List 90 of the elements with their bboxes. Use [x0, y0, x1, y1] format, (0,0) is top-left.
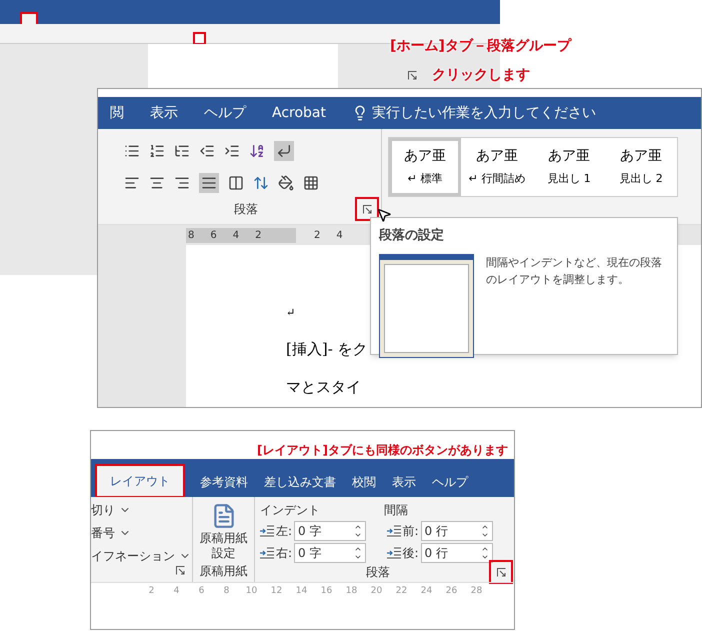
spin-down-icon[interactable]	[480, 531, 489, 539]
launcher-arrow-icon	[176, 566, 184, 574]
ribbon-tab[interactable]: 閲	[110, 102, 124, 124]
launcher-arrow-icon	[496, 568, 506, 576]
ruler-number: 28	[470, 584, 483, 598]
decrease-indent-icon[interactable]	[199, 143, 215, 159]
ruler-number: 12	[270, 584, 283, 598]
spin-up-icon[interactable]	[354, 545, 362, 553]
section-label: 間隔	[384, 502, 408, 519]
spin-field[interactable]: 0 字	[294, 521, 366, 541]
align-center-icon[interactable]	[149, 175, 165, 191]
spin-field[interactable]: 0 行	[420, 521, 493, 541]
ruler-number: 4	[336, 228, 343, 242]
style-item[interactable]: あア亜 ↵ 標準	[389, 138, 461, 196]
ruler-number: 18	[345, 584, 358, 598]
field-label: 右:	[276, 545, 292, 562]
indent-spacing-icon	[260, 547, 274, 559]
spin-up-icon[interactable]	[354, 523, 362, 531]
ribbon-tab[interactable]: 参考資料	[200, 467, 248, 497]
ruler-number: 2	[148, 584, 156, 598]
menu-item[interactable]: 切り	[91, 501, 115, 519]
justify-button[interactable]	[199, 173, 219, 193]
spin-up-icon[interactable]	[480, 545, 489, 553]
instruction-text: クリックします	[432, 66, 530, 85]
numbered-list-icon[interactable]	[149, 143, 165, 159]
spin-field[interactable]: 0 行	[420, 543, 493, 563]
ribbon-tab[interactable]: 表示	[392, 467, 416, 497]
ruler-number: 2	[314, 228, 320, 242]
ribbon-tab[interactable]: ヘルプ	[204, 102, 246, 124]
manuscript-settings-button[interactable]: 原稿用紙設定	[198, 531, 250, 561]
ruler-number: 4	[172, 584, 180, 598]
group-label: 段落	[234, 201, 258, 218]
ruler-number: 24	[420, 584, 433, 598]
menu-item[interactable]: 番号	[91, 524, 115, 542]
sort-icon[interactable]	[249, 143, 265, 159]
document-text: [挿入]- をク	[286, 338, 369, 360]
ribbon-tab[interactable]: 校閲	[352, 467, 376, 497]
spin-down-icon[interactable]	[354, 531, 362, 539]
indent-spacing-icon	[386, 547, 400, 559]
ruler-number: 20	[370, 584, 383, 598]
ribbon-tab[interactable]: ヘルプ	[432, 467, 468, 497]
indent-spacing-icon	[386, 525, 400, 537]
launcher-arrow-icon	[362, 204, 372, 214]
ruler-number: 2	[255, 228, 262, 242]
tell-me-field[interactable]: 実行したい作業を入力してください	[372, 102, 596, 124]
document-text: ↵	[286, 305, 296, 321]
ribbon-tab[interactable]: 表示	[150, 102, 178, 124]
ruler-number: 6	[198, 584, 206, 598]
launcher-arrow-icon	[408, 71, 416, 80]
ruler-number: 10	[245, 584, 258, 598]
group-label: 原稿用紙	[200, 563, 248, 580]
spin-field[interactable]: 0 字	[294, 543, 366, 563]
field-label: 左:	[276, 523, 292, 540]
ruler-number: 8	[188, 228, 194, 242]
spin-up-icon[interactable]	[480, 523, 489, 531]
tooltip-title: 段落の設定	[379, 226, 445, 245]
align-left-icon[interactable]	[124, 175, 140, 191]
style-item[interactable]: あア亜 見出し 1	[533, 138, 605, 196]
tooltip-description: 間隔やインデントなど、現在の段落のレイアウトを調整します。	[486, 254, 663, 288]
style-item[interactable]: あア亜 ↵ 行間詰め	[461, 138, 533, 196]
ruler-number: 8	[222, 584, 230, 598]
ruler-number: 14	[295, 584, 308, 598]
ribbon-tab[interactable]: レイアウト	[96, 465, 184, 497]
field-label: 前:	[402, 523, 419, 540]
bullet-list-icon[interactable]	[124, 143, 140, 159]
ribbon-tab[interactable]: Acrobat	[272, 102, 326, 124]
shading-icon[interactable]	[278, 175, 294, 191]
indent-spacing-icon	[260, 525, 274, 537]
document-text: マとスタイ	[286, 377, 362, 398]
group-label: 段落	[366, 564, 390, 581]
style-item[interactable]: あア亜 見出し 2	[605, 138, 677, 196]
field-label: 後:	[402, 545, 419, 562]
ruler-number: 22	[395, 584, 408, 598]
ruler-number: 4	[232, 228, 240, 242]
section-label: インデント	[260, 502, 321, 519]
line-spacing-icon[interactable]	[253, 175, 269, 191]
align-right-icon[interactable]	[174, 175, 190, 191]
spin-down-icon[interactable]	[480, 553, 489, 561]
spin-down-icon[interactable]	[354, 553, 362, 561]
ruler-number: 6	[210, 228, 217, 242]
ribbon-tab[interactable]: 差し込み文書	[264, 467, 336, 497]
menu-item[interactable]: イフネーション	[91, 547, 175, 565]
annotation-text: [レイアウト]タブにも同様のボタンがあります	[257, 443, 508, 457]
borders-icon[interactable]	[303, 175, 319, 191]
show-marks-button[interactable]	[274, 141, 294, 161]
multilevel-list-icon[interactable]	[174, 143, 190, 159]
ruler-number: 16	[320, 584, 333, 598]
ruler-number: 26	[445, 584, 458, 598]
annotation-text: [ホーム]タブ－段落グループ	[390, 37, 571, 56]
increase-indent-icon[interactable]	[224, 143, 240, 159]
